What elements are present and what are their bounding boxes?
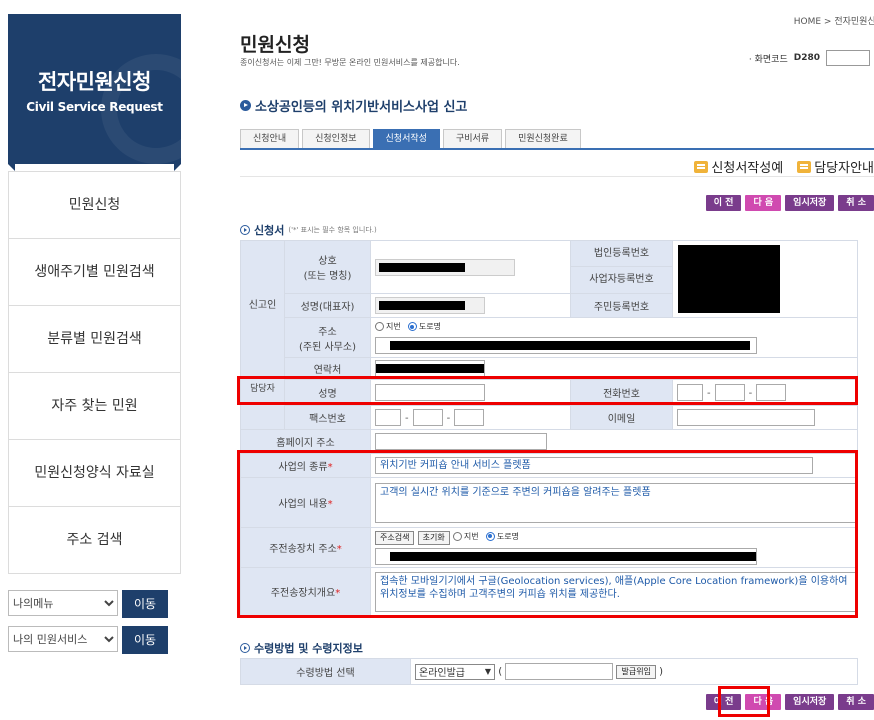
next-button[interactable]: 다 음	[745, 195, 782, 211]
receive-section-header: 수령방법 및 수령지정보	[240, 640, 363, 656]
my-service-row: 나의 민원서비스 이동	[8, 626, 181, 654]
contact-link[interactable]: 담당자안내	[797, 157, 874, 176]
service-title-text: 소상공인등의 위치기반서비스사업 신고	[255, 100, 468, 115]
address-label: 주소 (주된 사무소)	[284, 317, 371, 358]
top-button-bar: 이 전 다 음 임시저장 취 소	[705, 195, 874, 211]
addr-opt-road[interactable]: 도로명	[407, 321, 441, 332]
step-tabs: 신청안내 신청인정보 신청서작성 구비서류 민원신청완료	[240, 129, 874, 150]
office-select-button[interactable]: 발급위임	[616, 664, 656, 679]
resident-label: 주민등록번호	[570, 293, 673, 318]
screen-code-label: · 화면코드	[748, 54, 788, 65]
email-label: 이메일	[570, 405, 673, 430]
fax-field[interactable]: --	[370, 405, 571, 430]
screen-code-value: D280	[793, 53, 820, 63]
sidebar-item-faq[interactable]: 자주 찾는 민원	[8, 373, 181, 440]
receive-office-input[interactable]	[505, 663, 614, 680]
email-field[interactable]	[672, 405, 858, 430]
main-content: HOME > 전자민원신청 민원신청 종이신청서는 이제 그만! 무방문 온라인…	[237, 0, 874, 720]
service-title: 소상공인등의 위치기반서비스사업 신고	[240, 96, 467, 115]
highlight-next-button	[718, 686, 770, 717]
addr-opt-jibun[interactable]: 지번	[375, 321, 401, 332]
reg-labels: 법인등록번호 사업자등록번호	[570, 240, 673, 294]
form-section-header: 신청서 ('*' 표시는 필수 항목 입니다.)	[240, 222, 377, 238]
tab-documents[interactable]: 구비서류	[442, 129, 503, 148]
brand-banner: 전자민원신청 Civil Service Request	[8, 14, 181, 164]
temp-save-button[interactable]: 임시저장	[785, 195, 835, 211]
company-label: 상호 (또는 명칭)	[284, 240, 371, 294]
sidebar-item-forms-library[interactable]: 민원신청양식 자료실	[8, 440, 181, 507]
screen-code: · 화면코드 D280	[749, 50, 870, 66]
receive-method-field: 온라인발급 ▼ ( 발급위임 )	[410, 658, 858, 685]
rep-name-field[interactable]	[370, 293, 571, 318]
corp-reg-label: 법인등록번호	[571, 241, 672, 267]
tab-applicant-info[interactable]: 신청인정보	[302, 129, 370, 148]
radio-icon	[375, 322, 384, 331]
redacted-block	[376, 364, 484, 373]
cancel-button[interactable]: 취 소	[838, 195, 874, 211]
redacted-block	[379, 262, 465, 272]
redacted-block	[678, 245, 780, 313]
sidebar-item-civil-apply[interactable]: 민원신청	[8, 172, 181, 239]
receive-form: 수령방법 선택 온라인발급 ▼ ( 발급위임 )	[240, 658, 858, 685]
redacted-block	[390, 341, 750, 350]
sidebar-item-lifecycle-search[interactable]: 생애주기별 민원검색	[8, 239, 181, 306]
chevron-down-icon: ▼	[484, 667, 491, 676]
tab-complete[interactable]: 민원신청완료	[505, 129, 581, 148]
example-link-label: 신청서작성예	[711, 161, 784, 176]
applicant-label: 신고인	[248, 300, 277, 311]
address-field: 지번 도로명	[370, 317, 858, 358]
cancel-button-bottom[interactable]: 취 소	[838, 694, 874, 710]
guide-links: 신청서작성예 담당자안내	[694, 157, 874, 176]
sidebar-menu: 민원신청 생애주기별 민원검색 분류별 민원검색 자주 찾는 민원 민원신청양식…	[8, 171, 181, 574]
rep-name-label: 성명(대표자)	[284, 293, 371, 318]
biz-reg-label: 사업자등록번호	[589, 274, 654, 285]
bullet-icon	[240, 100, 251, 111]
temp-save-button-bottom[interactable]: 임시저장	[785, 694, 835, 710]
contact-link-label: 담당자안내	[814, 161, 874, 176]
company-field[interactable]	[370, 240, 571, 294]
fax-label: 팩스번호	[284, 405, 371, 430]
receive-method-select[interactable]: 온라인발급 ▼	[415, 663, 495, 680]
breadcrumb: HOME > 전자민원신청	[793, 17, 874, 27]
circle-arrow-icon	[240, 225, 250, 235]
sidebar: 전자민원신청 Civil Service Request 민원신청 생애주기별 …	[8, 14, 181, 654]
my-menu-go-button[interactable]: 이동	[122, 590, 168, 618]
page-title: 민원신청	[240, 34, 310, 56]
paren-close: )	[659, 666, 664, 678]
radio-selected-icon	[407, 322, 417, 331]
tab-write-form[interactable]: 신청서작성	[372, 129, 440, 148]
address-input[interactable]	[375, 337, 757, 354]
form-section-title: 신청서	[254, 224, 285, 237]
reg-fields[interactable]	[672, 240, 858, 318]
brand-tab	[8, 164, 181, 171]
receive-method-label: 수령방법 선택	[240, 658, 411, 685]
brand-title: 전자민원신청	[38, 70, 151, 94]
sidebar-item-category-search[interactable]: 분류별 민원검색	[8, 306, 181, 373]
receive-section-title: 수령방법 및 수령지정보	[254, 642, 363, 655]
required-note: ('*' 표시는 필수 항목 입니다.)	[288, 226, 377, 234]
redacted-block	[379, 301, 465, 310]
page-description: 종이신청서는 이제 그만! 무방문 온라인 민원서비스를 제공합니다.	[240, 58, 460, 67]
my-service-go-button[interactable]: 이동	[122, 626, 168, 654]
prev-button[interactable]: 이 전	[705, 195, 742, 211]
divider	[240, 176, 874, 177]
screen-code-box	[826, 50, 870, 66]
highlight-manager-row	[237, 376, 858, 405]
highlight-business-rows	[237, 450, 858, 618]
paren-open: (	[498, 666, 503, 678]
sidebar-item-address-search[interactable]: 주소 검색	[8, 507, 181, 574]
my-menu-row: 나의메뉴 이동	[8, 590, 181, 618]
my-menu-select[interactable]: 나의메뉴	[8, 590, 118, 616]
my-service-select[interactable]: 나의 민원서비스	[8, 626, 118, 652]
person-icon	[797, 160, 812, 173]
document-icon	[694, 160, 709, 173]
tab-apply-guide[interactable]: 신청안내	[240, 129, 300, 148]
example-link[interactable]: 신청서작성예	[694, 157, 783, 176]
brand-subtitle: Civil Service Request	[26, 100, 163, 114]
circle-arrow-icon	[240, 643, 250, 653]
